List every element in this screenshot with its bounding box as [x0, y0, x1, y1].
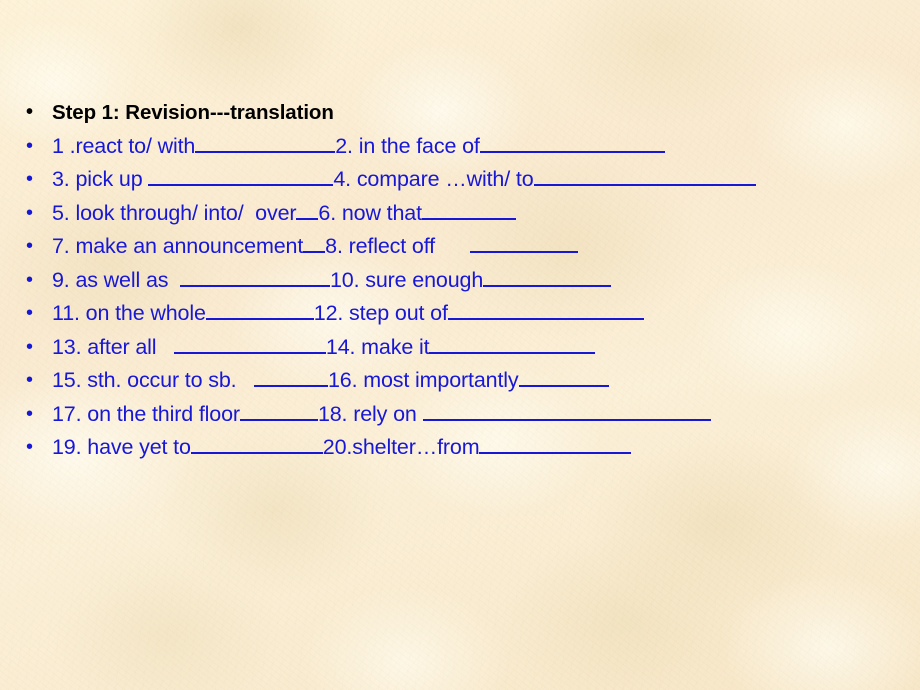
exercise-row-17-18: • 17. on the third floor 18. rely on	[0, 398, 920, 432]
exercise-phrase-15: 15. sth. occur to sb.	[52, 368, 254, 392]
exercise-phrase-1: 1 .react to/ with	[52, 133, 196, 158]
exercise-row-19-20: • 19. have yet to 20.shelter…from	[0, 431, 920, 465]
exercise-row-11-12: • 11. on the whole 12. step out of	[0, 297, 920, 331]
answer-blank-7[interactable]	[303, 232, 326, 254]
exercise-phrase-18: 18. rely on	[317, 401, 423, 426]
exercise-phrase-4: 4. compare …with/ to	[333, 167, 534, 191]
bullet-point-icon: •	[26, 235, 33, 257]
exercise-phrase-3: 3. pick up	[52, 167, 149, 191]
exercise-phrase-10: 10. sure enough	[330, 267, 484, 292]
answer-blank-19[interactable]	[190, 433, 323, 455]
answer-blank-1[interactable]	[195, 131, 336, 153]
exercise-phrase-7: 7. make an announcement	[52, 234, 304, 258]
answer-blank-6[interactable]	[421, 198, 516, 220]
bullet-point-icon: •	[26, 335, 33, 358]
bullet-point-icon: •	[26, 369, 33, 391]
exercise-phrase-19: 19. have yet to	[52, 435, 191, 459]
exercise-row-9-10: • 9. as well as 10. sure enough	[0, 264, 920, 298]
exercise-phrase-5: 5. look through/ into/ over	[52, 200, 297, 225]
answer-blank-8[interactable]	[469, 232, 578, 254]
answer-blank-2[interactable]	[479, 131, 665, 153]
answer-blank-10[interactable]	[483, 265, 612, 287]
slide-title-text: Step 1: Revision---translation	[52, 101, 334, 124]
exercise-phrase-16: 16. most importantly	[327, 368, 519, 392]
answer-blank-4[interactable]	[533, 165, 756, 187]
answer-blank-14[interactable]	[429, 332, 596, 354]
slide-canvas: • Step 1: Revision---translation • 1 .re…	[0, 0, 920, 690]
exercise-row-13-14: • 13. after all 14. make it	[0, 331, 920, 365]
answer-blank-18[interactable]	[422, 399, 711, 421]
bullet-point-icon: •	[26, 402, 33, 425]
exercise-phrase-12: 12. step out of	[313, 301, 448, 325]
exercise-row-3-4: • 3. pick up 4. compare …with/ to	[0, 163, 920, 197]
exercise-phrase-11: 11. on the whole	[52, 301, 206, 325]
bullet-point-icon: •	[26, 201, 33, 224]
bullet-list: • Step 1: Revision---translation • 1 .re…	[0, 96, 920, 465]
answer-blank-17[interactable]	[239, 399, 318, 421]
answer-blank-3[interactable]	[148, 165, 334, 187]
bullet-point-icon: •	[26, 436, 33, 458]
exercise-phrase-20: 20.shelter…from	[322, 435, 480, 459]
exercise-row-1-2: • 1 .react to/ with 2. in the face of	[0, 130, 920, 164]
bullet-point-icon: •	[26, 134, 33, 157]
answer-blank-13[interactable]	[173, 332, 326, 354]
exercise-phrase-17: 17. on the third floor	[52, 401, 240, 426]
bullet-point-icon: •	[26, 101, 33, 123]
exercise-phrase-9: 9. as well as	[52, 267, 180, 292]
exercise-phrase-2: 2. in the face of	[335, 133, 480, 158]
answer-blank-20[interactable]	[479, 433, 632, 455]
answer-blank-15[interactable]	[253, 366, 328, 388]
answer-blank-5[interactable]	[296, 198, 319, 220]
exercise-phrase-14: 14. make it	[325, 334, 430, 359]
bullet-point-icon: •	[26, 268, 33, 291]
answer-blank-11[interactable]	[205, 299, 314, 321]
answer-blank-12[interactable]	[447, 299, 644, 321]
exercise-row-5-6: • 5. look through/ into/ over 6. now that	[0, 197, 920, 231]
bullet-point-icon: •	[26, 302, 33, 324]
answer-blank-9[interactable]	[180, 265, 330, 287]
slide-title-bullet: • Step 1: Revision---translation	[0, 96, 920, 130]
exercise-phrase-6: 6. now that	[318, 200, 422, 225]
exercise-row-15-16: • 15. sth. occur to sb. 16. most importa…	[0, 364, 920, 398]
exercise-phrase-13: 13. after all	[52, 334, 174, 359]
bullet-point-icon: •	[26, 168, 33, 190]
slide-content: • Step 1: Revision---translation • 1 .re…	[0, 0, 920, 465]
exercise-phrase-8: 8. reflect off	[325, 234, 470, 258]
exercise-row-7-8: • 7. make an announcement 8. reflect off	[0, 230, 920, 264]
answer-blank-16[interactable]	[518, 366, 609, 388]
